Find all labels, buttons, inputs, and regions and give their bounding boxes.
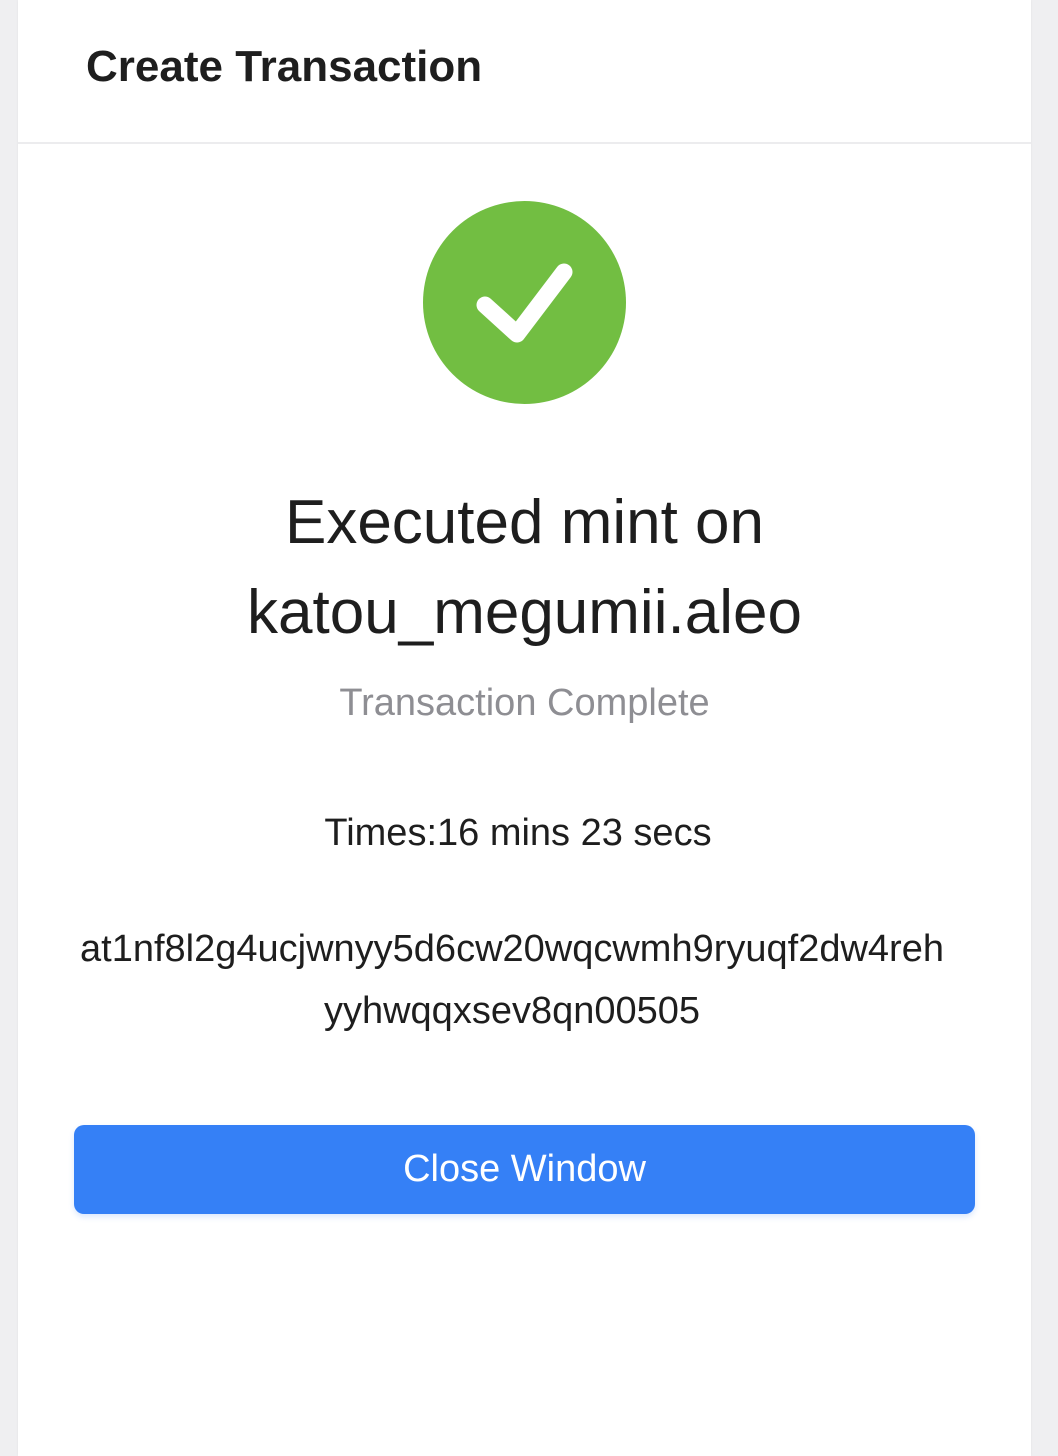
checkmark-icon: [476, 263, 573, 343]
status-text: Transaction Complete: [339, 682, 710, 724]
program-name: katou_megumii.aleo: [247, 578, 802, 647]
headline-action: Executed mint on: [284, 488, 765, 557]
elapsed-time: Times:16 mins 23 secs: [324, 812, 712, 854]
transaction-headline: Executed mint on katou_megumii.aleo: [18, 478, 1031, 658]
transaction-id: at1nf8l2g4ucjwnyy5d6cw20wqcwmh9ryuqf2dw4…: [80, 928, 944, 1032]
panel-header: Create Transaction: [18, 0, 1031, 144]
page-title: Create Transaction: [86, 42, 483, 91]
close-window-button[interactable]: Close Window: [74, 1125, 975, 1214]
transaction-panel: Create Transaction Executed mint on kato…: [18, 0, 1031, 1456]
checkmark-circle-icon: [423, 201, 626, 404]
